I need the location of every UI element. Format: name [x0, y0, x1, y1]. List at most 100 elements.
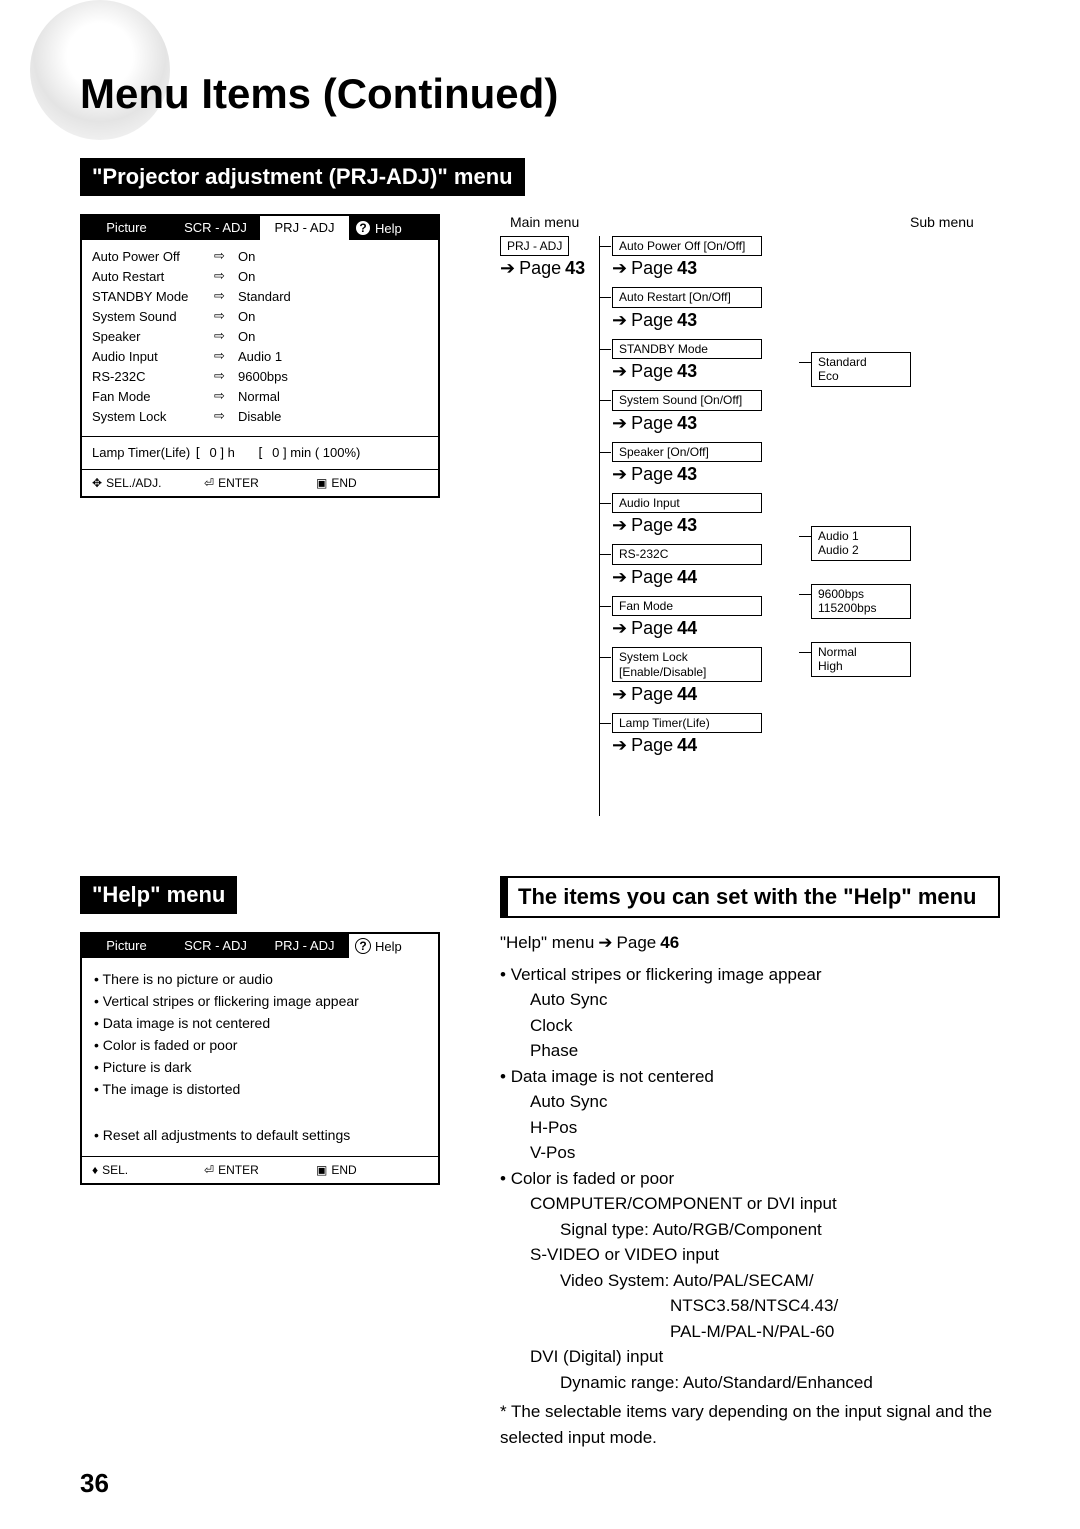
osd-row: Audio Input⇨Audio 1 [92, 346, 428, 366]
tab-picture: Picture [82, 216, 171, 240]
osd-item-value: Audio 1 [238, 349, 428, 364]
osd-item-label: Audio Input [92, 349, 214, 364]
help-group-line: NTSC3.58/NTSC4.43/ [500, 1293, 1000, 1319]
help-osd-item: • Color is faded or poor [94, 1034, 426, 1056]
osd-item-value: On [238, 309, 428, 324]
help-group-header: COMPUTER/COMPONENT or DVI input [500, 1191, 1000, 1217]
prj-adj-section-header: "Projector adjustment (PRJ-ADJ)" menu [80, 158, 525, 196]
osd-item-label: System Lock [92, 409, 214, 424]
osd-item-label: System Sound [92, 309, 214, 324]
help-footnote: * The selectable items vary depending on… [500, 1399, 1000, 1450]
help-osd-item: • There is no picture or audio [94, 968, 426, 990]
lamp-label: Lamp Timer(Life) [92, 445, 190, 460]
arrow-right-icon: ⇨ [214, 248, 238, 264]
help-page-ref-num: 46 [660, 930, 679, 956]
enter-icon: ⏎ [204, 1163, 214, 1177]
help-subitem: V-Pos [500, 1140, 1000, 1166]
tree-node-box: System Lock[Enable/Disable] [612, 647, 762, 682]
page-link[interactable]: ➔ Page 44 [612, 735, 799, 756]
lamp-pct: ( 100%) [315, 445, 361, 460]
tree-node-box: Audio Input [612, 493, 762, 513]
page-link[interactable]: ➔ Page 43 [500, 258, 600, 279]
tab-scr-adj: SCR - ADJ [171, 934, 260, 958]
help-bullet: Vertical stripes or flickering image app… [500, 962, 1000, 988]
footer-enter-label: ENTER [218, 476, 259, 490]
help-page-ref-page: Page [617, 930, 657, 956]
tree-node-box: STANDBY Mode [612, 339, 762, 359]
help-osd-item: • The image is distorted [94, 1078, 426, 1100]
help-bullet: Color is faded or poor [500, 1166, 1000, 1192]
help-group-line: Signal type: Auto/RGB/Component [500, 1217, 1000, 1243]
tab-prj-adj: PRJ - ADJ [260, 934, 349, 958]
tree-node-box: System Sound [On/Off] [612, 390, 762, 410]
page-link[interactable]: ➔ Page 44 [612, 618, 799, 639]
arrow-right-icon: ⇨ [214, 348, 238, 364]
osd-row: System Lock⇨Disable [92, 406, 428, 426]
osd-item-label: Auto Restart [92, 269, 214, 284]
arrow-right-icon: ⇨ [214, 408, 238, 424]
page-link[interactable]: ➔ Page 44 [612, 684, 799, 705]
footer-enter: ⏎ ENTER [204, 476, 316, 490]
tab-help: ?Help [349, 934, 438, 958]
lamp-hours: 0 [210, 445, 217, 460]
osd-row: Fan Mode⇨Normal [92, 386, 428, 406]
page-link[interactable]: ➔ Page 43 [612, 515, 799, 536]
help-group-header: S-VIDEO or VIDEO input [500, 1242, 1000, 1268]
tree-sub-box: 9600bps115200bps [811, 584, 911, 619]
page-link[interactable]: ➔ Page 43 [612, 413, 799, 434]
tree-node-box: Fan Mode [612, 596, 762, 616]
osd-item-label: STANDBY Mode [92, 289, 214, 304]
osd-row: System Sound⇨On [92, 306, 428, 326]
page-link[interactable]: ➔ Page 43 [612, 310, 799, 331]
lamp-timer-row: Lamp Timer(Life) [ 0 ] h [ 0 ] min ( 100… [82, 436, 438, 469]
help-items-title: The items you can set with the "Help" me… [500, 876, 1000, 918]
tab-help: ?Help [349, 216, 438, 240]
help-group-line: Dynamic range: Auto/Standard/Enhanced [500, 1370, 1000, 1396]
osd-item-label: Speaker [92, 329, 214, 344]
arrow-right-icon: ➔ [598, 930, 612, 956]
help-subitem: H-Pos [500, 1115, 1000, 1141]
osd-item-value: Disable [238, 409, 428, 424]
tree-sub-box: Audio 1Audio 2 [811, 526, 911, 561]
arrow-right-icon: ⇨ [214, 288, 238, 304]
tab-prj-adj: PRJ - ADJ [260, 216, 349, 240]
help-osd-item: • Picture is dark [94, 1056, 426, 1078]
osd-item-label: Auto Power Off [92, 249, 214, 264]
enter-icon: ⏎ [204, 476, 214, 490]
osd-item-value: On [238, 249, 428, 264]
end-icon: ▣ [316, 476, 327, 490]
help-osd-reset: • Reset all adjustments to default setti… [94, 1124, 426, 1146]
footer-enter: ⏎ ENTER [204, 1163, 316, 1177]
help-osd-item: • Data image is not centered [94, 1012, 426, 1034]
page-link[interactable]: ➔ Page 43 [612, 258, 799, 279]
osd-item-value: On [238, 269, 428, 284]
osd-row: Auto Restart⇨On [92, 266, 428, 286]
osd-item-label: RS-232C [92, 369, 214, 384]
tree-node-box: Speaker [On/Off] [612, 442, 762, 462]
help-group-header: DVI (Digital) input [500, 1344, 1000, 1370]
page-number: 36 [80, 1468, 109, 1499]
prj-adj-osd-menu: Picture SCR - ADJ PRJ - ADJ ?Help Auto P… [80, 214, 440, 498]
tree-sub-box: StandardEco [811, 352, 911, 387]
footer-end: ▣END [316, 1163, 428, 1177]
tree-node-box: Auto Restart [On/Off] [612, 287, 762, 307]
osd-item-value: 9600bps [238, 369, 428, 384]
help-bullet: Data image is not centered [500, 1064, 1000, 1090]
help-subitem: Auto Sync [500, 987, 1000, 1013]
footer-end-label: END [331, 1163, 356, 1177]
page-link[interactable]: ➔ Page 44 [612, 567, 799, 588]
footer-enter-label: ENTER [218, 1163, 259, 1177]
help-subitem: Phase [500, 1038, 1000, 1064]
footer-end-label: END [331, 476, 356, 490]
page-link[interactable]: ➔ Page 43 [612, 464, 799, 485]
help-icon: ? [355, 220, 371, 236]
tab-picture: Picture [82, 934, 171, 958]
arrow-right-icon: ⇨ [214, 328, 238, 344]
page-title: Menu Items (Continued) [80, 70, 1000, 118]
arrow-right-icon: ⇨ [214, 388, 238, 404]
osd-row: Speaker⇨On [92, 326, 428, 346]
page-link[interactable]: ➔ Page 43 [612, 361, 799, 382]
footer-sel: ✥SEL./ADJ. [92, 476, 204, 490]
tree-node-box: RS-232C [612, 544, 762, 564]
osd-row: STANDBY Mode⇨Standard [92, 286, 428, 306]
